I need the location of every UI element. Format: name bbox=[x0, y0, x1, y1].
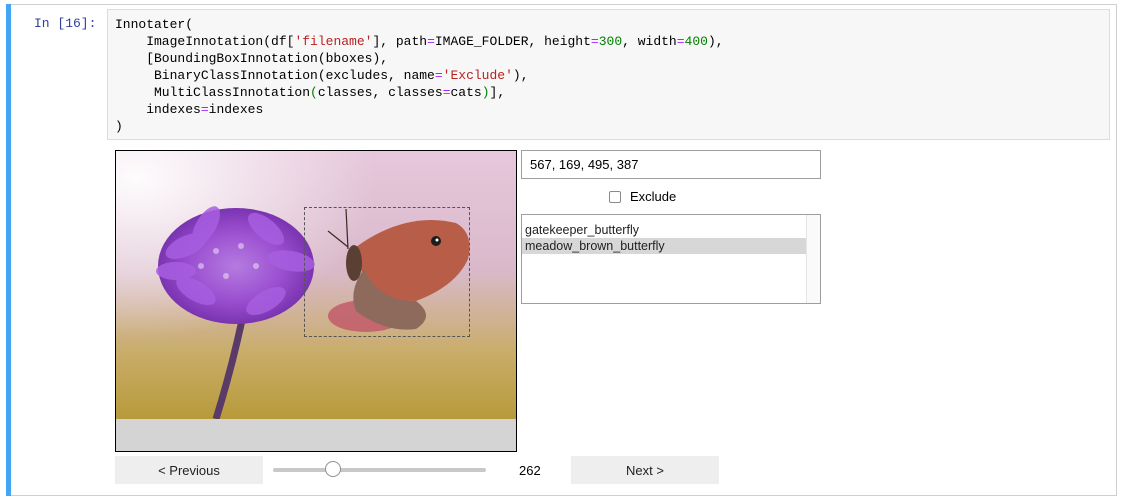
code-line-7: ) bbox=[115, 119, 123, 134]
image-annotation-canvas[interactable] bbox=[115, 150, 517, 452]
class-option-meadow-brown[interactable]: meadow_brown_butterfly bbox=[522, 238, 806, 254]
index-value: 262 bbox=[519, 463, 541, 478]
input-prompt: In [16]: bbox=[34, 16, 97, 31]
class-option-gatekeeper[interactable]: gatekeeper_butterfly bbox=[522, 222, 806, 238]
next-button[interactable]: Next > bbox=[571, 456, 719, 484]
index-slider-handle[interactable] bbox=[325, 461, 341, 477]
code-line-1: Innotater( bbox=[115, 17, 194, 32]
exclude-checkbox-row[interactable]: Exclude bbox=[609, 189, 676, 204]
class-select-list[interactable]: gatekeeper_butterfly meadow_brown_butter… bbox=[521, 214, 821, 304]
exclude-checkbox[interactable] bbox=[609, 190, 621, 203]
code-line-5: MultiClassInnotation(classes, classes=ca… bbox=[115, 85, 506, 100]
index-slider-track[interactable] bbox=[273, 468, 486, 472]
exclude-label: Exclude bbox=[630, 189, 677, 204]
bbox-coordinates-input[interactable] bbox=[521, 150, 821, 179]
cell-selection-bar bbox=[6, 4, 11, 496]
code-line-6: indexes=indexes bbox=[115, 102, 264, 117]
code-line-2: ImageInnotation(df['filename'], path=IMA… bbox=[115, 34, 724, 49]
previous-button[interactable]: < Previous bbox=[115, 456, 263, 484]
code-line-4: BinaryClassInnotation(excludes, name='Ex… bbox=[115, 68, 529, 83]
listbox-scrollbar[interactable] bbox=[806, 215, 820, 303]
code-line-3: [BoundingBoxInnotation(bboxes), bbox=[115, 51, 389, 66]
bounding-box[interactable] bbox=[304, 207, 470, 337]
code-editor[interactable]: Innotater( ImageInnotation(df['filename'… bbox=[107, 9, 1110, 140]
